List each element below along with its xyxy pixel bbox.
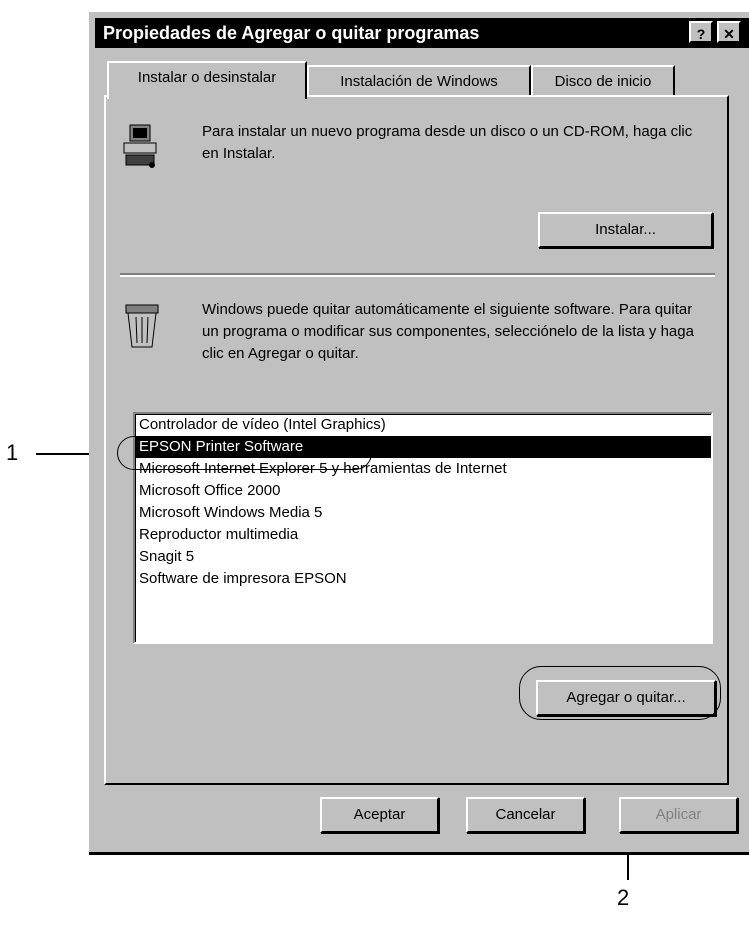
tab-label: Disco de inicio bbox=[554, 73, 652, 90]
accept-button[interactable]: Aceptar bbox=[320, 797, 439, 833]
properties-dialog: Propiedades de Agregar o quitar programa… bbox=[89, 12, 749, 855]
list-item[interactable]: Controlador de vídeo (Intel Graphics) bbox=[135, 414, 711, 436]
list-item[interactable]: Reproductor multimedia bbox=[135, 524, 711, 546]
close-icon: ✕ bbox=[723, 26, 735, 42]
tab-label: Instalación de Windows bbox=[340, 73, 498, 90]
tab-startup-disk[interactable]: Disco de inicio bbox=[531, 65, 675, 99]
tab-label: Instalar o desinstalar bbox=[137, 69, 277, 86]
install-button[interactable]: Instalar... bbox=[538, 212, 713, 248]
list-item[interactable]: Snagit 5 bbox=[135, 546, 711, 568]
list-item[interactable]: Microsoft Windows Media 5 bbox=[135, 502, 711, 524]
callout-number-1: 1 bbox=[6, 440, 19, 465]
install-program-icon bbox=[123, 124, 157, 168]
tab-windows-setup[interactable]: Instalación de Windows bbox=[307, 65, 531, 99]
section-divider bbox=[120, 273, 715, 277]
tab-install-uninstall[interactable]: Instalar o desinstalar bbox=[107, 61, 307, 99]
callout-oval-1 bbox=[117, 436, 372, 470]
callout-oval-2 bbox=[519, 666, 721, 720]
list-item[interactable]: Microsoft Office 2000 bbox=[135, 480, 711, 502]
callout-number-2: 2 bbox=[617, 885, 630, 910]
apply-button[interactable]: Aplicar bbox=[619, 797, 738, 833]
title-bar[interactable]: Propiedades de Agregar o quitar programa… bbox=[95, 18, 749, 48]
dialog-title: Propiedades de Agregar o quitar programa… bbox=[103, 23, 480, 43]
uninstall-program-icon bbox=[125, 304, 159, 348]
list-item[interactable]: Software de impresora EPSON bbox=[135, 568, 711, 590]
uninstall-description: Windows puede quitar automáticamente el … bbox=[202, 301, 694, 362]
help-button[interactable]: ? bbox=[689, 21, 713, 43]
close-button[interactable]: ✕ bbox=[717, 21, 741, 43]
cancel-button[interactable]: Cancelar bbox=[466, 797, 585, 833]
install-description: Para instalar un nuevo programa desde un… bbox=[202, 123, 693, 162]
